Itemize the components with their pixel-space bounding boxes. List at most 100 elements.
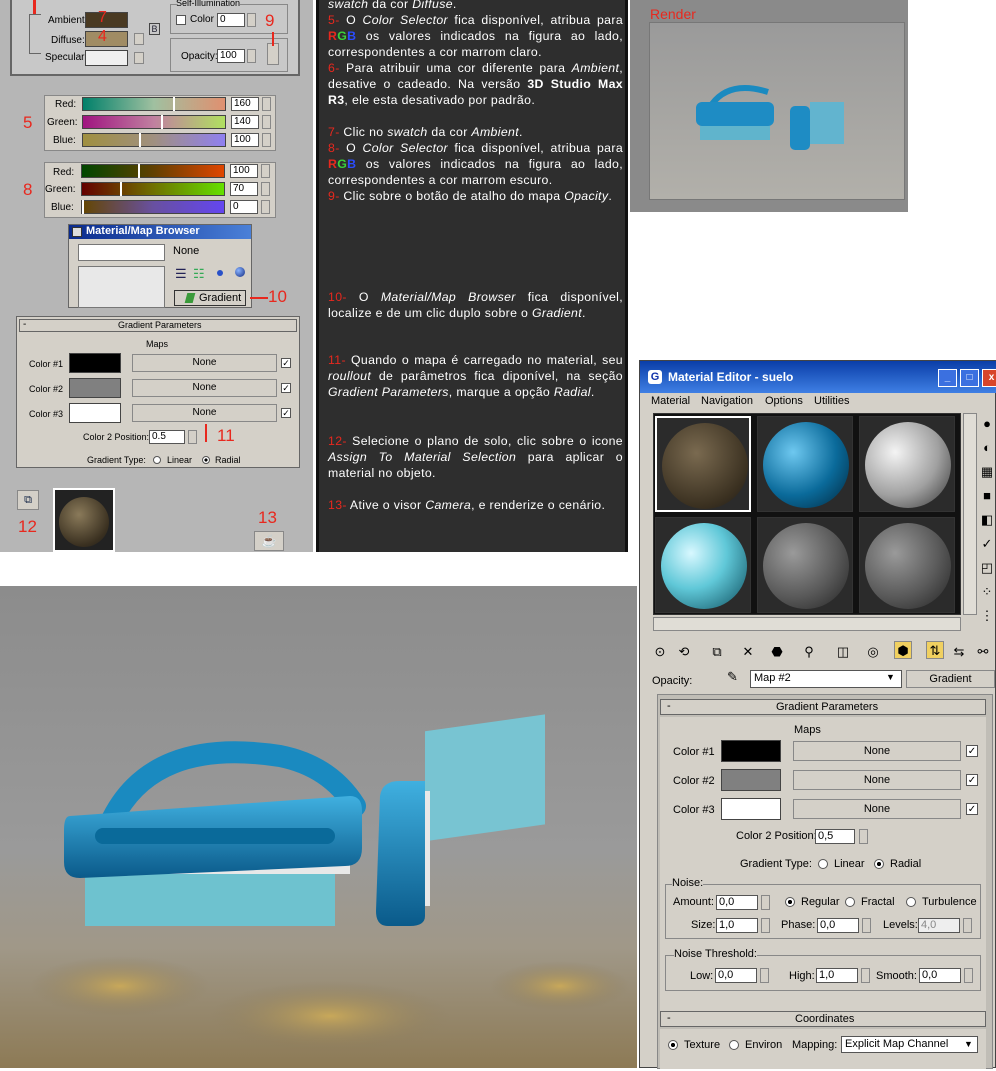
color2-swatch[interactable] (69, 378, 121, 398)
threshold-smooth-value[interactable]: 0,0 (919, 968, 961, 983)
options-icon[interactable]: ◰ (978, 559, 996, 577)
threshold-high-spinner[interactable] (861, 968, 870, 983)
noise-size-value[interactable]: 1,0 (716, 918, 758, 933)
noise-phase-value[interactable]: 0,0 (817, 918, 859, 933)
fractal-radio[interactable] (845, 897, 855, 907)
go-to-parent-icon[interactable]: ⇅ (926, 641, 944, 659)
red-slider[interactable] (82, 97, 226, 111)
show-map-icon[interactable]: ◎ (864, 643, 882, 661)
texture-radio[interactable] (668, 1040, 678, 1050)
sample-slot-5[interactable] (757, 517, 853, 613)
color3-map-button[interactable]: None (793, 799, 961, 819)
blue-slider-2[interactable] (81, 200, 225, 214)
rollout-minus[interactable]: - (667, 1012, 671, 1024)
color1-map-checkbox[interactable]: ✓ (281, 358, 291, 368)
self-illum-color-value[interactable]: 0 (217, 13, 245, 27)
color2-swatch[interactable] (721, 769, 781, 791)
threshold-high-value[interactable]: 1,0 (816, 968, 858, 983)
sample-slot-3[interactable] (859, 416, 955, 512)
color2-map-button[interactable]: None (793, 770, 961, 790)
get-material-icon[interactable]: ⊙ (651, 643, 669, 661)
color2-map-checkbox[interactable]: ✓ (281, 383, 291, 393)
show-end-result-icon[interactable]: ⬢ (894, 641, 912, 659)
self-illum-color-checkbox[interactable] (176, 15, 186, 25)
radial-radio[interactable] (202, 456, 210, 464)
map-button-specular[interactable] (134, 52, 144, 64)
color1-swatch[interactable] (721, 740, 781, 762)
go-forward-sibling-icon[interactable]: ⇆ (950, 643, 968, 661)
sample-slot-1[interactable] (655, 416, 751, 512)
radial-radio[interactable] (874, 859, 884, 869)
green-spinner[interactable] (262, 115, 271, 129)
menu-navigation[interactable]: Navigation (701, 395, 753, 407)
select-by-material-icon[interactable]: ⁘ (978, 583, 996, 601)
sample-slot-6[interactable] (859, 517, 955, 613)
color3-map-button[interactable]: None (132, 404, 277, 422)
green-value[interactable]: 140 (231, 115, 259, 129)
threshold-low-spinner[interactable] (760, 968, 769, 983)
noise-levels-value[interactable]: 4,0 (918, 918, 960, 933)
teapot-render-icon[interactable]: ☕ (254, 531, 284, 551)
assign-to-selection-icon[interactable]: ⧉ (708, 643, 726, 661)
linear-radio[interactable] (818, 859, 828, 869)
backlight-icon[interactable]: ◐ (978, 439, 996, 457)
opacity-map-button[interactable] (267, 43, 279, 65)
color1-swatch[interactable] (69, 353, 121, 373)
icon-view-icon[interactable]: ☷ (193, 266, 205, 282)
small-sphere-icon[interactable] (217, 270, 223, 276)
threshold-low-value[interactable]: 0,0 (715, 968, 757, 983)
browser-name-field[interactable] (78, 244, 165, 261)
close-button[interactable]: x (982, 369, 996, 387)
green-slider-2[interactable] (81, 182, 225, 196)
linear-radio[interactable] (153, 456, 161, 464)
video-check-icon[interactable]: ◧ (978, 511, 996, 529)
pick-material-icon[interactable]: ⚯ (974, 643, 992, 661)
color3-map-checkbox[interactable]: ✓ (966, 803, 978, 815)
noise-size-spinner[interactable] (761, 918, 770, 933)
color3-map-checkbox[interactable]: ✓ (281, 408, 291, 418)
blue-slider[interactable] (82, 133, 226, 147)
lock-link-icon[interactable] (29, 14, 41, 54)
noise-amount-value[interactable]: 0,0 (716, 895, 758, 910)
sample-slots-vscroll[interactable] (963, 413, 977, 615)
regular-radio[interactable] (785, 897, 795, 907)
blue-spinner[interactable] (262, 133, 271, 147)
map-type-button[interactable]: Gradient (906, 670, 995, 688)
color1-map-button[interactable]: None (132, 354, 277, 372)
lock-icon[interactable]: B (149, 23, 160, 35)
assign-material-icon[interactable]: ⧉ (17, 490, 39, 510)
maximize-button[interactable]: □ (960, 369, 979, 387)
sample-slot-2[interactable] (757, 416, 853, 512)
make-preview-icon[interactable]: ✓ (978, 535, 996, 553)
chevron-down-icon[interactable]: ▼ (964, 1039, 973, 1049)
material-navigator-icon[interactable]: ⋮ (978, 607, 996, 625)
large-sphere-icon[interactable] (235, 267, 245, 277)
color2-position-spinner[interactable] (188, 430, 197, 444)
rollout-minus[interactable]: - (23, 319, 26, 330)
green-value-2[interactable]: 70 (230, 182, 258, 196)
self-illum-spinner[interactable] (247, 13, 256, 27)
color3-swatch[interactable] (721, 798, 781, 820)
noise-phase-spinner[interactable] (862, 918, 871, 933)
map-button-ambient[interactable] (134, 33, 144, 45)
noise-levels-spinner[interactable] (963, 918, 972, 933)
menu-utilities[interactable]: Utilities (814, 395, 849, 407)
menu-options[interactable]: Options (765, 395, 803, 407)
specular-swatch[interactable] (85, 50, 128, 66)
red-spinner-2[interactable] (261, 164, 270, 178)
noise-amount-spinner[interactable] (761, 895, 770, 910)
sample-uv-icon[interactable]: ■ (978, 487, 996, 505)
color2-map-button[interactable]: None (132, 379, 277, 397)
color2-map-checkbox[interactable]: ✓ (966, 774, 978, 786)
color2-position-value[interactable]: 0,5 (815, 829, 855, 844)
turbulence-radio[interactable] (906, 897, 916, 907)
green-slider[interactable] (82, 115, 226, 129)
color2-position-value[interactable]: 0.5 (149, 430, 185, 444)
red-value-2[interactable]: 100 (230, 164, 258, 178)
opacity-spinner[interactable] (247, 49, 256, 63)
red-slider-2[interactable] (81, 164, 225, 178)
rollout-minus[interactable]: - (667, 700, 671, 712)
red-value[interactable]: 160 (231, 97, 259, 111)
list-view-icon[interactable]: ☰ (175, 266, 187, 282)
sample-slot-4[interactable] (655, 517, 751, 613)
